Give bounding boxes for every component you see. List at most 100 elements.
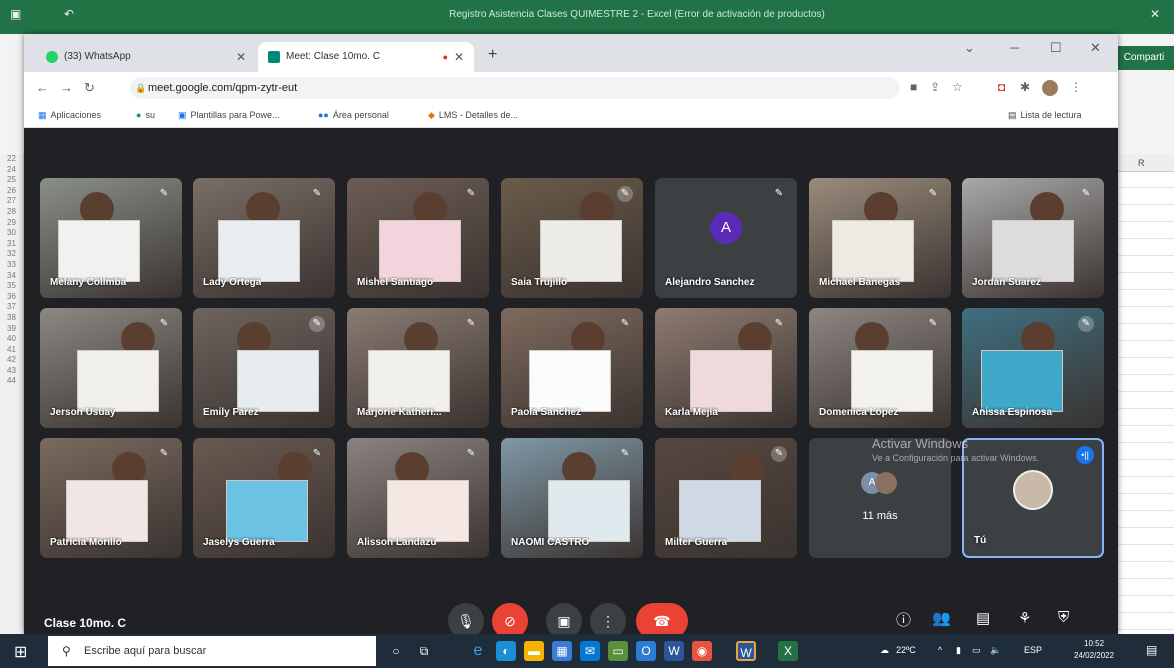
row-number: 25 [7, 175, 16, 185]
mic-muted-icon: ✎ [620, 448, 630, 459]
activate-title: Activar Windows [872, 436, 969, 451]
activate-subtitle: Ve a Configuración para activar Windows. [872, 453, 1040, 463]
participant-name: Marjorie Katheri... [357, 407, 442, 418]
excel-save-icon[interactable]: ▣ [10, 7, 21, 21]
back-icon[interactable]: ← [36, 80, 49, 95]
network-icon[interactable]: ▮ [956, 645, 961, 656]
excel-close-icon[interactable]: ✕ [1150, 7, 1160, 21]
chat-icon[interactable]: ▤ [976, 609, 990, 627]
minimize-icon[interactable]: ─ [1010, 40, 1019, 55]
windows-start-icon[interactable]: ⊞ [14, 642, 27, 662]
forward-icon[interactable]: → [60, 80, 73, 95]
share-page-icon[interactable]: ⇪ [930, 80, 940, 94]
excel-taskbar-icon[interactable]: X [778, 641, 798, 661]
held-paper [379, 220, 461, 282]
photos-icon[interactable]: ▭ [608, 641, 628, 661]
extension-icon[interactable]: ◘ [998, 80, 1005, 94]
close-window-icon[interactable]: ✕ [1090, 40, 1101, 56]
battery-icon[interactable]: ▭ [972, 645, 981, 656]
task-view-icon[interactable]: ⧉ [414, 641, 434, 661]
participant-tile[interactable]: ✎ Alisson Landazú [347, 438, 489, 558]
reload-icon[interactable]: ↻ [84, 80, 95, 96]
new-tab-icon[interactable]: + [488, 46, 497, 64]
bookmark-area-personal[interactable]: ●● Área personal [318, 110, 389, 120]
maximize-icon[interactable]: ☐ [1050, 40, 1062, 56]
participant-tile[interactable]: ✎ Michael Banegas [809, 178, 951, 298]
moodle-icon: ●● [318, 110, 329, 120]
close-tab-icon[interactable]: ✕ [236, 42, 246, 72]
cortana-icon[interactable]: ○ [386, 641, 406, 661]
row-number: 42 [7, 355, 16, 365]
participant-tile[interactable]: ✎ Marjorie Katheri... [347, 308, 489, 428]
menu-icon[interactable]: ⋮ [1070, 80, 1082, 94]
taskbar-search[interactable]: ⚲ Escribe aquí para buscar [48, 636, 376, 666]
outlook-icon[interactable]: O [636, 641, 656, 661]
held-paper [540, 220, 622, 282]
people-icon[interactable]: 👥 [932, 609, 951, 627]
bookmark-su[interactable]: ● su [136, 110, 155, 120]
reading-list[interactable]: ▤ Lista de lectura [1008, 110, 1082, 121]
volume-icon[interactable]: 🔈 [990, 645, 1001, 656]
bookmark-lms[interactable]: ◆ LMS - Detalles de... [428, 110, 518, 121]
participant-tile[interactable]: ✎ Jerson Usuay [40, 308, 182, 428]
activities-icon[interactable]: ⚘ [1018, 609, 1031, 627]
search-placeholder: Escribe aquí para buscar [84, 645, 207, 657]
profile-avatar[interactable] [1042, 80, 1058, 96]
close-tab-icon[interactable]: ✕ [454, 42, 464, 72]
participant-tile[interactable]: ✎ Jaselys Guerra [193, 438, 335, 558]
row-number: 41 [7, 344, 16, 354]
participant-tile[interactable]: ✎ Karla Mejía [655, 308, 797, 428]
mail-icon[interactable]: ✉ [580, 641, 600, 661]
bookmark-star-icon[interactable]: ☆ [952, 80, 963, 94]
held-paper [981, 350, 1063, 412]
notifications-icon[interactable]: ▤ [1146, 643, 1157, 657]
share-button[interactable]: Comparti [1114, 46, 1174, 70]
word-icon[interactable]: W [664, 641, 684, 661]
excel-grid[interactable]: R [1118, 154, 1174, 634]
camera-icon[interactable]: ■ [910, 80, 917, 94]
held-paper [992, 220, 1074, 282]
tray-chevron-icon[interactable]: ^ [938, 645, 942, 655]
participant-tile[interactable]: ✎ Lady Ortega [193, 178, 335, 298]
participant-tile[interactable]: ✎ Mishel Santiago [347, 178, 489, 298]
undo-icon[interactable]: ↶ [64, 7, 74, 21]
excel-title-bar: ▣ ↶ Registro Asistencia Clases QUIMESTRE… [0, 0, 1174, 34]
mic-muted-icon: ✎ [466, 448, 476, 459]
bookmark-plantillas[interactable]: ▣ Plantillas para Powe... [178, 110, 280, 121]
address-bar[interactable]: 🔒 meet.google.com/qpm-zytr-eut [130, 77, 900, 99]
meeting-info-icon[interactable]: ⓘ [896, 609, 911, 630]
participant-tile[interactable]: ✎ Emily Farez [193, 308, 335, 428]
participant-name: Alejandro Sanchez [665, 277, 755, 288]
bookmark-apps[interactable]: ▦ Aplicaciones [38, 110, 101, 121]
participant-tile[interactable]: ✎ Melany Collmba [40, 178, 182, 298]
participant-tile[interactable]: ✎ Saia Trujillo [501, 178, 643, 298]
participant-tile[interactable]: ✎ Jordan Suarez [962, 178, 1104, 298]
tab-meet[interactable]: Meet: Clase 10mo. C ● ✕ [258, 42, 474, 72]
participant-tile[interactable]: A ✎ Alejandro Sanchez [655, 178, 797, 298]
ie-icon[interactable]: e [468, 641, 488, 661]
mic-muted-icon: ✎ [159, 318, 169, 329]
edge-icon[interactable]: ◐ [496, 641, 516, 661]
chrome-taskbar-icon[interactable]: ◉ [692, 641, 712, 661]
host-controls-icon[interactable]: ⛨ [1058, 609, 1069, 626]
tab-search-icon[interactable]: ⌄ [964, 40, 975, 56]
excel-row-headers: 22 24 25 26 27 28 29 30 31 32 33 34 35 36 37 38 39 40 41 42… [0, 154, 24, 634]
language-indicator[interactable]: ESP [1024, 645, 1042, 655]
participant-tile[interactable]: ✎ Paola Sanchez [501, 308, 643, 428]
participant-tile[interactable]: ✎ Patricia Morillo [40, 438, 182, 558]
clock[interactable]: 10:52 24/02/2022 [1074, 638, 1114, 662]
row-number: 35 [7, 281, 16, 291]
apps-grid-icon: ▦ [38, 110, 47, 120]
participant-tile[interactable]: ✎ Anissa Espinosa [962, 308, 1104, 428]
camera-off-icon: ⊘ [504, 613, 516, 629]
word-active-icon[interactable]: W [736, 641, 756, 661]
file-explorer-icon[interactable]: ▬ [524, 641, 544, 661]
participant-tile[interactable]: ✎ NAOMI CASTRO [501, 438, 643, 558]
tab-whatsapp[interactable]: (33) WhatsApp ✕ [36, 42, 256, 72]
store-icon[interactable]: ▦ [552, 641, 572, 661]
held-paper [690, 350, 772, 412]
participant-tile[interactable]: ✎ Milter Guerra [655, 438, 797, 558]
participant-tile[interactable]: ✎ Domenica López [809, 308, 951, 428]
extensions-puzzle-icon[interactable]: ✱ [1020, 80, 1030, 94]
weather-icon[interactable]: ☁ [880, 645, 889, 656]
